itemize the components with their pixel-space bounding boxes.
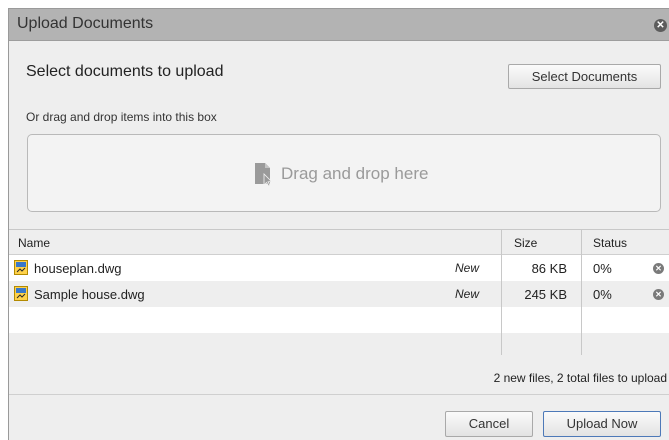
select-documents-button[interactable]: Select Documents (508, 64, 661, 89)
file-size: 245 KB (524, 287, 567, 302)
empty-row (9, 333, 669, 356)
table-row[interactable]: houseplan.dwg New 86 KB 0% ✕ (9, 255, 669, 281)
drop-zone-text: Drag and drop here (281, 164, 429, 183)
cancel-button[interactable]: Cancel (445, 411, 533, 437)
remove-file-icon[interactable]: ✕ (653, 263, 664, 274)
column-divider (501, 230, 502, 355)
column-name-header[interactable]: Name (18, 236, 50, 250)
column-divider (581, 230, 582, 355)
select-heading: Select documents to upload (26, 63, 224, 80)
file-table: Name Size Status houseplan.dwg New 86 KB… (9, 229, 669, 356)
upload-now-button[interactable]: Upload Now (543, 411, 661, 437)
column-size-header[interactable]: Size (514, 236, 537, 250)
dwg-file-icon (14, 260, 28, 275)
file-name: houseplan.dwg (34, 261, 122, 276)
file-size: 86 KB (531, 261, 567, 276)
file-status: 0% (593, 287, 612, 302)
empty-row (9, 307, 669, 333)
upload-summary: 2 new files, 2 total files to upload (493, 371, 667, 385)
file-status: 0% (593, 261, 612, 276)
column-status-header[interactable]: Status (593, 236, 627, 250)
dialog-title: Upload Documents (17, 15, 154, 32)
new-badge: New (455, 287, 480, 301)
file-name: Sample house.dwg (34, 287, 145, 302)
dwg-file-icon (14, 286, 28, 301)
drop-zone[interactable]: Drag and drop here (27, 134, 661, 212)
table-header: Name Size Status (9, 230, 669, 255)
table-row[interactable]: Sample house.dwg New 245 KB 0% ✕ (9, 281, 669, 307)
drop-zone-content: Drag and drop here (253, 162, 428, 186)
document-cursor-icon (255, 163, 273, 186)
new-badge: New (455, 261, 480, 275)
drag-hint: Or drag and drop items into this box (26, 110, 217, 124)
footer-divider (9, 394, 669, 395)
remove-file-icon[interactable]: ✕ (653, 289, 664, 300)
upload-dialog: Upload Documents ✕ Select documents to u… (8, 8, 669, 440)
close-icon[interactable]: ✕ (654, 19, 667, 32)
dialog-titlebar[interactable]: Upload Documents ✕ (9, 9, 669, 41)
